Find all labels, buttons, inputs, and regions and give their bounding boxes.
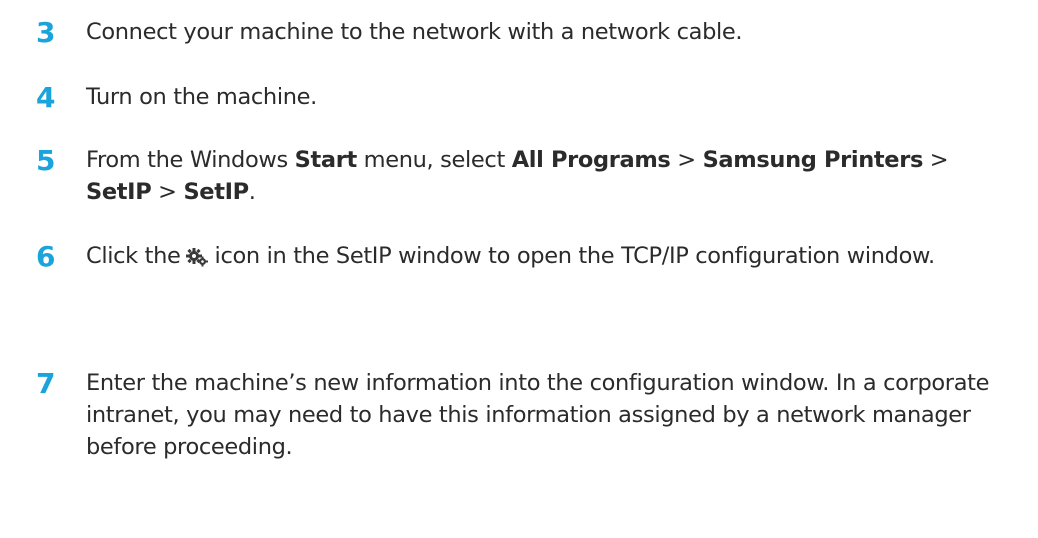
manual-page: { "steps": [ { "number": "3", "text": "C… (0, 0, 1038, 538)
path-separator: > (151, 179, 184, 205)
text-segment: icon in the SetIP window to open the TCP… (214, 243, 936, 269)
path-separator: > (670, 147, 703, 173)
text-segment: . (248, 179, 256, 205)
start-menu-label: Start (294, 147, 358, 173)
setip-program-label: SetIP (183, 179, 249, 205)
samsung-printers-label: Samsung Printers (702, 147, 924, 173)
text-segment: From the Windows (86, 147, 295, 173)
text-segment: Click the (86, 243, 181, 269)
step-text: From the Windows Start menu, select All … (86, 144, 996, 208)
step-text: Turn on the machine. (86, 84, 317, 110)
step-text: Enter the machine’s new information into… (86, 370, 990, 460)
settings-gear-icon (185, 245, 209, 267)
step-text: Connect your machine to the network with… (86, 19, 743, 45)
setip-folder-label: SetIP (86, 179, 152, 205)
step-number: 3 (36, 16, 56, 49)
step-text: Click the icon in the SetIP window to op… (86, 240, 996, 272)
step-number: 5 (36, 144, 56, 177)
step-number: 4 (36, 81, 56, 114)
path-separator: > (923, 147, 949, 173)
text-segment: menu, select (356, 147, 512, 173)
all-programs-label: All Programs (511, 147, 671, 173)
step-number: 7 (36, 367, 56, 400)
step-number: 6 (36, 240, 56, 273)
